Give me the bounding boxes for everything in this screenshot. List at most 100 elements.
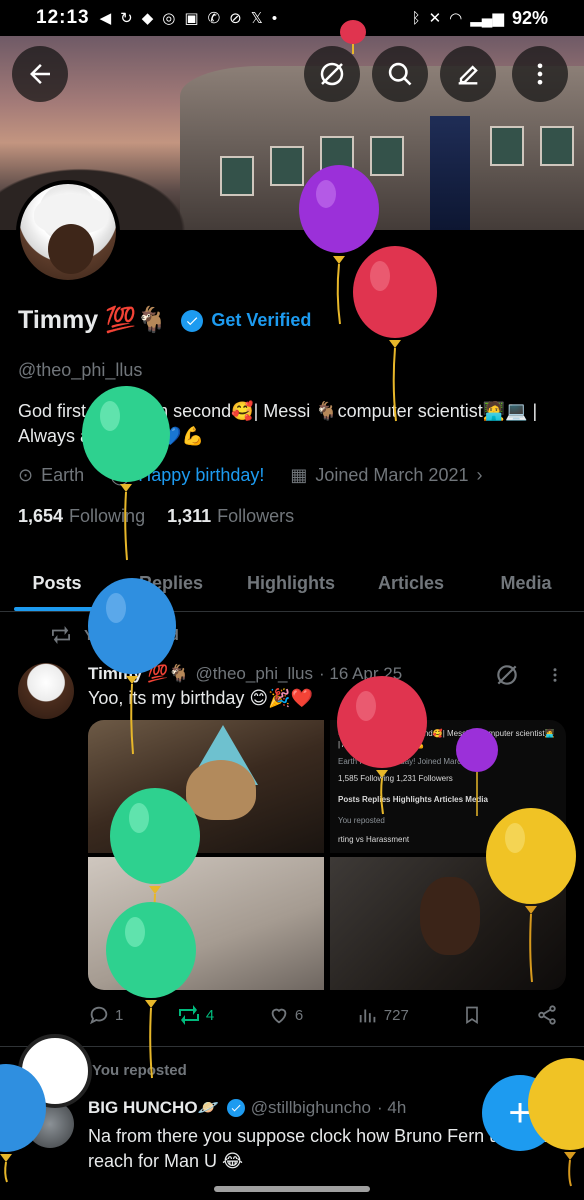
- edit-profile-button[interactable]: [440, 46, 496, 102]
- media-image-selfie[interactable]: [330, 857, 566, 990]
- floating-circle: [18, 1034, 92, 1108]
- like-button[interactable]: 6: [268, 1004, 303, 1026]
- tab-highlights[interactable]: Highlights: [228, 556, 354, 611]
- repost-button[interactable]: 4: [177, 1005, 214, 1025]
- signal-icon: ▂▄▆: [470, 10, 504, 27]
- views-count: 727: [383, 1006, 409, 1024]
- system-icons: ᛒ ✕ ◠ ▂▄▆ 92%: [412, 8, 548, 29]
- followers-link[interactable]: 1,311 Followers: [167, 506, 294, 527]
- post-text: Yoo, its my birthday 😊🎉❤️: [88, 688, 313, 708]
- repost-indicator-2: You reposted: [92, 1062, 187, 1079]
- post2-time: · 4h: [377, 1098, 407, 1117]
- calendar-icon: ▦: [290, 465, 308, 485]
- tab-media[interactable]: Media: [468, 556, 584, 611]
- post-grok-button[interactable]: [494, 662, 520, 693]
- joined-date: Joined March 2021: [315, 465, 469, 485]
- verified-badge-icon: [181, 309, 204, 332]
- media-tabs-snippet: Posts Replies Highlights Articles Media: [338, 795, 488, 804]
- verified-badge-icon: [226, 1099, 245, 1117]
- post-header: Timmy 💯🐐 @theo_phi_llus · 16 Apr 25: [88, 664, 402, 684]
- repost-indicator: You reposted: [50, 626, 179, 644]
- more-vertical-icon: [537, 63, 543, 85]
- bookmark-button[interactable]: [462, 1004, 482, 1026]
- profile-bio: God first 🙏 | mom second🥰| Messi 🐐comput…: [18, 401, 538, 446]
- battery-level: 92%: [511, 7, 548, 28]
- repost-count: 4: [205, 1006, 215, 1024]
- share-icon: [538, 1005, 556, 1025]
- share-button[interactable]: [536, 1004, 558, 1026]
- media-counts-snippet: 1,585 Following 1,231 Followers: [338, 774, 453, 783]
- views-button[interactable]: 727: [357, 1004, 409, 1026]
- plus-icon: +: [508, 1090, 532, 1135]
- tab-replies[interactable]: Replies: [114, 556, 228, 611]
- compose-post-button[interactable]: +: [482, 1075, 558, 1151]
- media-meta-snippet: Earth Happy birthday! Joined March 2021: [338, 757, 486, 766]
- following-link[interactable]: 1,654 Following: [18, 506, 145, 527]
- status-bar: 12:13 ◀ ↻ ◆ ◎ ▣ ✆ ⊘ 𝕏 • ᛒ ✕ ◠ ▂▄▆ 92%: [0, 0, 584, 36]
- media-image-cat-birthday[interactable]: [88, 720, 324, 853]
- search-icon: [388, 62, 412, 86]
- sync-icon: ↻: [120, 10, 133, 27]
- tab-posts[interactable]: Posts: [0, 556, 114, 611]
- media-text-snippet: rting vs Harassment: [338, 835, 410, 844]
- post2-handle: @stillbighuncho: [250, 1098, 372, 1117]
- repost-icon: [178, 1005, 199, 1025]
- post-divider: [0, 1046, 584, 1047]
- snapchat-icon: ◆: [141, 10, 154, 27]
- get-verified-link[interactable]: Get Verified: [211, 310, 311, 331]
- notification-icons: ◀ ↻ ◆ ◎ ▣ ✆ ⊘ 𝕏 •: [99, 9, 278, 28]
- app-icon: ▣: [184, 10, 199, 27]
- bluetooth-icon: ᛒ: [411, 9, 421, 27]
- profile-handle: @theo_phi_llus: [18, 360, 143, 380]
- search-button[interactable]: [372, 46, 428, 102]
- bookmark-icon: [466, 1006, 479, 1025]
- profile-name: Timmy 💯🐐: [18, 306, 168, 334]
- reply-icon: [89, 1006, 108, 1025]
- views-chart-icon: [359, 1009, 376, 1023]
- post-author[interactable]: Timmy 💯🐐: [88, 664, 190, 684]
- grok-icon: [497, 665, 517, 685]
- tab-articles[interactable]: Articles: [354, 556, 468, 611]
- post-avatar[interactable]: [18, 663, 74, 719]
- repost-icon: [52, 626, 70, 644]
- home-indicator[interactable]: [214, 1186, 370, 1192]
- post-more-button[interactable]: [546, 664, 564, 691]
- wifi-icon: ◠: [449, 10, 463, 27]
- post2-author[interactable]: BIG HUNCHO🪐: [88, 1098, 219, 1118]
- profile-name-row: Timmy 💯🐐 Get Verified: [18, 306, 311, 335]
- reply-button[interactable]: 1: [88, 1004, 123, 1026]
- location-icon: ⊙: [18, 465, 34, 485]
- instagram-icon: ◎: [162, 10, 176, 27]
- more-options-button[interactable]: [512, 46, 568, 102]
- banner-poster: [430, 116, 470, 230]
- more-vertical-icon: [553, 668, 557, 682]
- birthday-link[interactable]: Happy birthday!: [138, 465, 264, 486]
- media-image-3[interactable]: [88, 857, 324, 990]
- pencil-icon: [458, 65, 478, 85]
- post2-header: BIG HUNCHO🪐 @stillbighuncho · 4h: [88, 1098, 406, 1118]
- media-repost-snippet: You reposted: [338, 816, 385, 825]
- like-count: 6: [294, 1006, 304, 1024]
- follow-counts: 1,654 Following 1,311 Followers: [18, 506, 294, 527]
- repost-label: You reposted: [84, 626, 179, 644]
- media-image-profile-screenshot[interactable]: God first 🙏 | mom second🥰| Messi 🐐comput…: [330, 720, 566, 853]
- balloon-icon: ◯: [110, 465, 131, 485]
- whatsapp-icon: ✆: [207, 10, 221, 27]
- profile-tabs: Posts Replies Highlights Articles Media: [0, 556, 584, 612]
- back-button[interactable]: [12, 46, 68, 102]
- post-media-grid: God first 🙏 | mom second🥰| Messi 🐐comput…: [88, 720, 566, 990]
- telegram-icon: ◀: [99, 10, 112, 27]
- dot-icon: •: [271, 9, 278, 27]
- reply-count: 1: [115, 1006, 124, 1024]
- post-handle: @theo_phi_llus: [195, 664, 313, 683]
- media-bio-snippet: God first 🙏 | mom second🥰| Messi 🐐comput…: [338, 729, 555, 749]
- post-time: · 16 Apr 25: [319, 664, 403, 683]
- profile-meta: ⊙ Earth ◯ Happy birthday! ▦ Joined March…: [18, 465, 482, 486]
- mute-icon: ✕: [428, 10, 442, 27]
- compass-icon: ⊘: [229, 10, 242, 27]
- status-time: 12:13: [36, 7, 90, 28]
- chevron-right-icon[interactable]: ›: [476, 465, 482, 486]
- grok-button[interactable]: [304, 46, 360, 102]
- profile-location: Earth: [41, 465, 85, 485]
- profile-avatar[interactable]: [16, 180, 120, 284]
